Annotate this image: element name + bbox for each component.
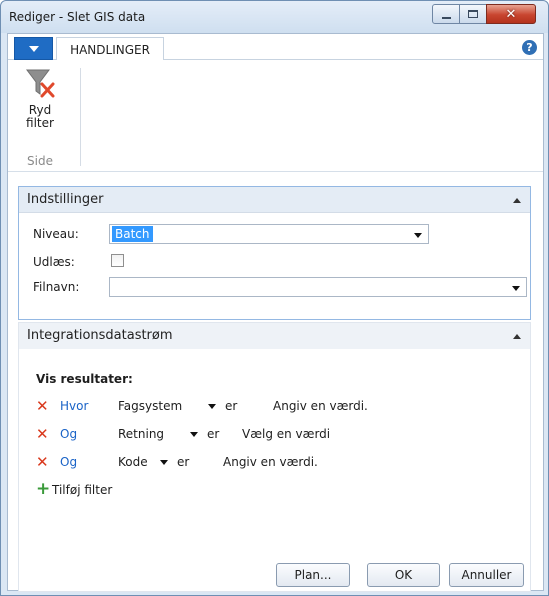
filnavn-select[interactable] — [109, 277, 527, 297]
close-button[interactable]: ✕ — [486, 4, 536, 24]
filnavn-value — [112, 279, 118, 295]
niveau-label: Niveau: — [33, 227, 79, 241]
ribbon-group-label: Side — [27, 154, 53, 168]
filter-equals: er — [225, 399, 238, 413]
dropdown-arrow-icon — [512, 286, 520, 291]
dropdown-arrow-icon — [414, 233, 422, 238]
title-bar: Rediger - Slet GIS data ✕ — [1, 1, 548, 33]
ribbon-separator — [80, 68, 81, 166]
window-title: Rediger - Slet GIS data — [9, 10, 146, 24]
filnavn-row: Filnavn: — [33, 277, 527, 297]
filter-field[interactable]: Retning — [118, 427, 164, 441]
filter-field-dropdown-icon[interactable] — [208, 404, 216, 409]
integration-title: Integrationsdatastrøm — [27, 328, 173, 343]
collapse-icon[interactable] — [513, 198, 521, 203]
udlaes-checkbox[interactable] — [111, 254, 124, 267]
clear-filter-button[interactable]: Ryd filter — [18, 68, 62, 130]
delete-filter-icon[interactable]: ✕ — [36, 454, 49, 470]
filter-field-dropdown-icon[interactable] — [160, 460, 168, 465]
close-icon: ✕ — [505, 6, 517, 22]
filter-value[interactable]: Vælg en værdi — [242, 427, 330, 441]
caret-down-icon — [28, 45, 39, 52]
ok-button[interactable]: OK — [367, 563, 440, 587]
maximize-icon — [468, 10, 478, 18]
integration-header[interactable]: Integrationsdatastrøm — [19, 323, 530, 349]
dialog-client-area: HANDLINGER ? Ryd filter Side Indstilling… — [7, 33, 544, 592]
dialog-window: Rediger - Slet GIS data ✕ HANDLINGER ? R… — [0, 0, 549, 596]
filter-field[interactable]: Kode — [118, 455, 148, 469]
settings-title: Indstillinger — [27, 192, 104, 207]
filter-row: ✕ Og Kode er Angiv en værdi. — [36, 454, 516, 472]
clear-filter-icon — [26, 69, 55, 98]
help-icon[interactable]: ? — [522, 40, 537, 55]
filter-field[interactable]: Fagsystem — [118, 399, 182, 413]
filter-operator-link[interactable]: Hvor — [60, 399, 88, 413]
udlaes-label: Udlæs: — [33, 255, 75, 269]
app-menu-button[interactable] — [14, 37, 53, 60]
niveau-value: Batch — [112, 226, 153, 242]
filter-equals: er — [207, 427, 220, 441]
udlaes-row: Udlæs: — [33, 252, 527, 272]
ribbon-panel: Ryd filter Side — [8, 60, 543, 172]
filter-operator-link[interactable]: Og — [60, 427, 77, 441]
niveau-select[interactable]: Batch — [109, 224, 429, 244]
filter-field-dropdown-icon[interactable] — [190, 432, 198, 437]
niveau-row: Niveau: Batch — [33, 224, 527, 244]
plan-button[interactable]: Plan... — [276, 563, 350, 587]
minimize-icon — [441, 17, 451, 19]
cancel-button[interactable]: Annuller — [449, 563, 524, 587]
maximize-button[interactable] — [459, 4, 487, 24]
add-icon: + — [36, 479, 51, 499]
settings-fasttab: Indstillinger Niveau: Batch Udlæs: Filna… — [18, 186, 531, 320]
add-filter-link[interactable]: Tilføj filter — [52, 483, 112, 497]
ribbon-tab-strip: HANDLINGER ? — [8, 34, 543, 61]
filter-row: ✕ Hvor Fagsystem er Angiv en værdi. — [36, 398, 516, 416]
add-filter-row[interactable]: + Tilføj filter — [36, 479, 516, 500]
collapse-icon[interactable] — [513, 334, 521, 339]
clear-filter-label-line2: filter — [26, 116, 54, 130]
filter-value[interactable]: Angiv en værdi. — [223, 455, 318, 469]
filnavn-label: Filnavn: — [33, 280, 80, 294]
minimize-button[interactable] — [432, 4, 460, 24]
delete-filter-icon[interactable]: ✕ — [36, 398, 49, 414]
filter-operator-link[interactable]: Og — [60, 455, 77, 469]
delete-filter-icon[interactable]: ✕ — [36, 426, 49, 442]
filter-equals: er — [177, 455, 190, 469]
filter-row: ✕ Og Retning er Vælg en værdi — [36, 426, 516, 444]
settings-header[interactable]: Indstillinger — [19, 187, 530, 213]
tab-handlinger[interactable]: HANDLINGER — [56, 37, 164, 61]
results-label: Vis resultater: — [36, 372, 133, 386]
filter-value[interactable]: Angiv en værdi. — [273, 399, 368, 413]
